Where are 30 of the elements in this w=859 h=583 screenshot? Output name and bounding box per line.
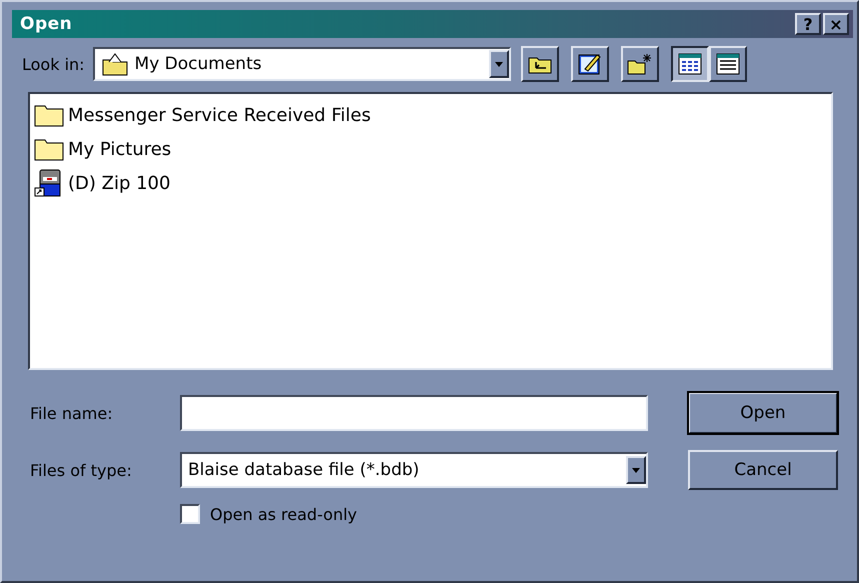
open-button[interactable]: Open bbox=[688, 392, 838, 434]
folder-icon bbox=[100, 52, 129, 76]
file-name-label: File name: bbox=[30, 404, 114, 422]
read-only-label: Open as read-only bbox=[210, 504, 357, 524]
dropdown-button[interactable] bbox=[626, 456, 646, 484]
dropdown-button[interactable] bbox=[488, 50, 509, 78]
read-only-checkbox[interactable] bbox=[180, 504, 200, 524]
window-title: Open bbox=[20, 14, 72, 34]
file-type-dropdown[interactable]: Blaise database file (*.bdb) bbox=[180, 452, 648, 488]
caret-icon bbox=[632, 468, 640, 472]
file-type-label: Files of type: bbox=[30, 460, 133, 480]
caret-icon bbox=[494, 62, 503, 66]
file-item[interactable]: My Pictures bbox=[68, 138, 172, 160]
list-view-icon bbox=[678, 53, 702, 75]
toolbar-button[interactable] bbox=[670, 46, 709, 82]
look-in-label: Look in: bbox=[22, 54, 85, 74]
cancel-button[interactable]: Cancel bbox=[688, 450, 838, 490]
file-type-value: Blaise database file (*.bdb) bbox=[188, 460, 420, 480]
folder-icon bbox=[34, 103, 64, 127]
folder-icon bbox=[34, 137, 64, 161]
look-in-dropdown[interactable]: My Documents bbox=[92, 47, 511, 81]
file-item[interactable]: (D) Zip 100 bbox=[68, 172, 170, 194]
file-name-field[interactable] bbox=[180, 395, 648, 431]
file-item[interactable]: Messenger Service Received Files bbox=[68, 104, 371, 126]
pencil-icon bbox=[578, 52, 602, 76]
look-in-value: My Documents bbox=[134, 54, 263, 74]
details-view-icon bbox=[716, 53, 740, 75]
help-button[interactable]: ? bbox=[795, 13, 821, 35]
close-button[interactable]: × bbox=[823, 13, 849, 35]
new-folder-icon bbox=[626, 53, 653, 75]
